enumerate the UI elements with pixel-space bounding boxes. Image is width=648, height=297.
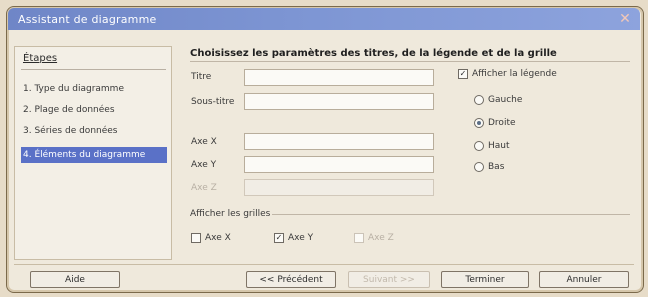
steps-panel: Étapes 1. Type du diagramme 2. Plage de … — [14, 46, 172, 260]
grille-axe-y-label: Axe Y — [288, 233, 314, 243]
radio-selected-dot — [477, 121, 481, 125]
footer-divider — [14, 264, 634, 265]
legend-haut-radio[interactable] — [474, 141, 484, 151]
step-type[interactable]: 1. Type du diagramme — [23, 81, 163, 97]
axe-x-label: Axe X — [191, 137, 217, 147]
grilles-divider — [272, 214, 630, 215]
sous-titre-input[interactable] — [244, 93, 434, 110]
main-header: Choisissez les paramètres des titres, de… — [190, 48, 557, 59]
legend-droite-radio[interactable] — [474, 118, 484, 128]
legend-bas-radio[interactable] — [474, 162, 484, 172]
legend-gauche-radio[interactable] — [474, 95, 484, 105]
close-icon[interactable]: ✕ — [616, 10, 634, 28]
grille-axe-z-checkbox — [354, 233, 364, 243]
grilles-label: Afficher les grilles — [190, 209, 271, 219]
title-bar: Assistant de diagramme ✕ — [8, 8, 640, 30]
titre-label: Titre — [191, 72, 212, 82]
main-divider — [190, 61, 630, 62]
grille-axe-x-label: Axe X — [205, 233, 231, 243]
axe-y-input[interactable] — [244, 156, 434, 173]
step-elements[interactable]: 4. Éléments du diagramme — [21, 147, 167, 163]
afficher-legende-label: Afficher la légende — [472, 69, 557, 79]
annuler-button[interactable]: Annuler — [539, 271, 629, 288]
step-series[interactable]: 3. Séries de données — [23, 123, 163, 139]
titre-input[interactable] — [244, 69, 434, 86]
steps-divider — [21, 69, 166, 70]
precedent-button[interactable]: << Précédent — [246, 271, 336, 288]
terminer-button[interactable]: Terminer — [441, 271, 529, 288]
axe-y-label: Axe Y — [191, 160, 217, 170]
grille-axe-z-label: Axe Z — [368, 233, 394, 243]
legend-gauche-label: Gauche — [488, 95, 523, 105]
axe-z-input — [244, 179, 434, 196]
legend-bas-label: Bas — [488, 162, 505, 172]
legend-haut-label: Haut — [488, 141, 510, 151]
sous-titre-label: Sous-titre — [191, 97, 235, 107]
afficher-legende-checkbox[interactable]: ✓ — [458, 69, 468, 79]
axe-z-label: Axe Z — [191, 183, 217, 193]
grille-axe-y-checkbox[interactable]: ✓ — [274, 233, 284, 243]
legend-droite-label: Droite — [488, 118, 516, 128]
window-title: Assistant de diagramme — [18, 12, 157, 26]
axe-x-input[interactable] — [244, 133, 434, 150]
steps-title: Étapes — [23, 53, 58, 64]
suivant-button: Suivant >> — [348, 271, 430, 288]
step-plage[interactable]: 2. Plage de données — [23, 102, 163, 118]
grille-axe-x-checkbox[interactable] — [191, 233, 201, 243]
aide-button[interactable]: Aide — [30, 271, 120, 288]
